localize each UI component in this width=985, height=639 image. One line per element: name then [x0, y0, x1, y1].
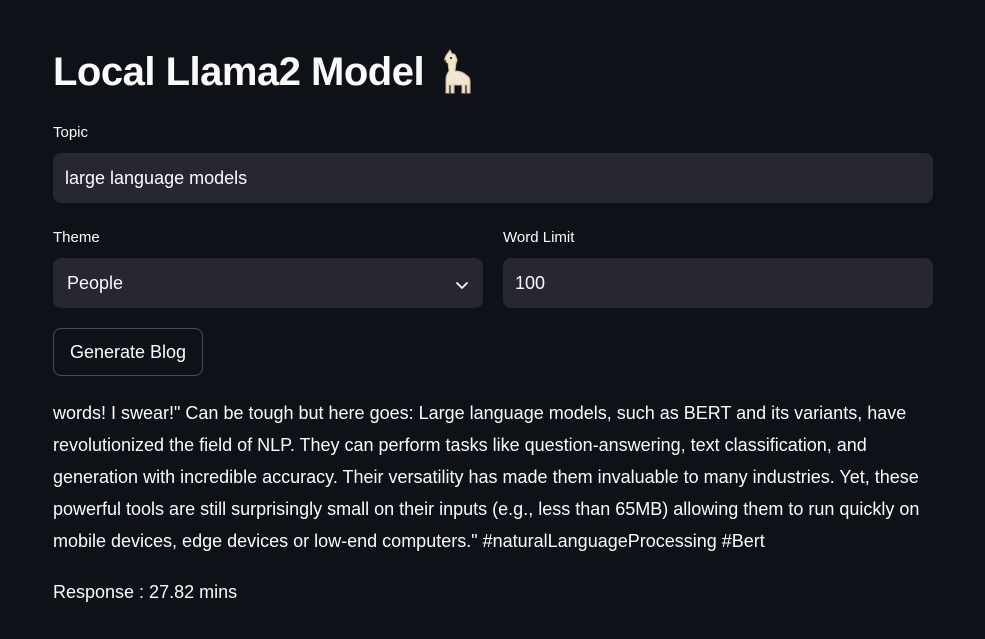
- word-limit-label: Word Limit: [503, 229, 575, 246]
- page-title: Local Llama2 Model: [53, 46, 476, 98]
- word-limit-input-value: 100: [515, 272, 546, 293]
- chevron-down-icon: [455, 276, 469, 290]
- word-limit-input[interactable]: 100: [503, 258, 933, 308]
- theme-select[interactable]: People: [53, 258, 483, 308]
- app-page: Local Llama2 Model Topic large language …: [0, 0, 985, 639]
- topic-input[interactable]: large language models: [53, 153, 933, 203]
- topic-label: Topic: [53, 124, 89, 141]
- llama-icon: [436, 49, 476, 95]
- generated-blog-text: words! I swear!" Can be tough but here g…: [53, 403, 920, 551]
- generate-blog-button[interactable]: Generate Blog: [53, 328, 203, 376]
- theme-select-value: People: [67, 272, 124, 293]
- response-time-text: Response : 27.82 mins: [53, 582, 238, 602]
- topic-input-value: large language models: [65, 167, 248, 188]
- page-title-text: Local Llama2 Model: [53, 50, 425, 94]
- theme-label: Theme: [53, 229, 100, 246]
